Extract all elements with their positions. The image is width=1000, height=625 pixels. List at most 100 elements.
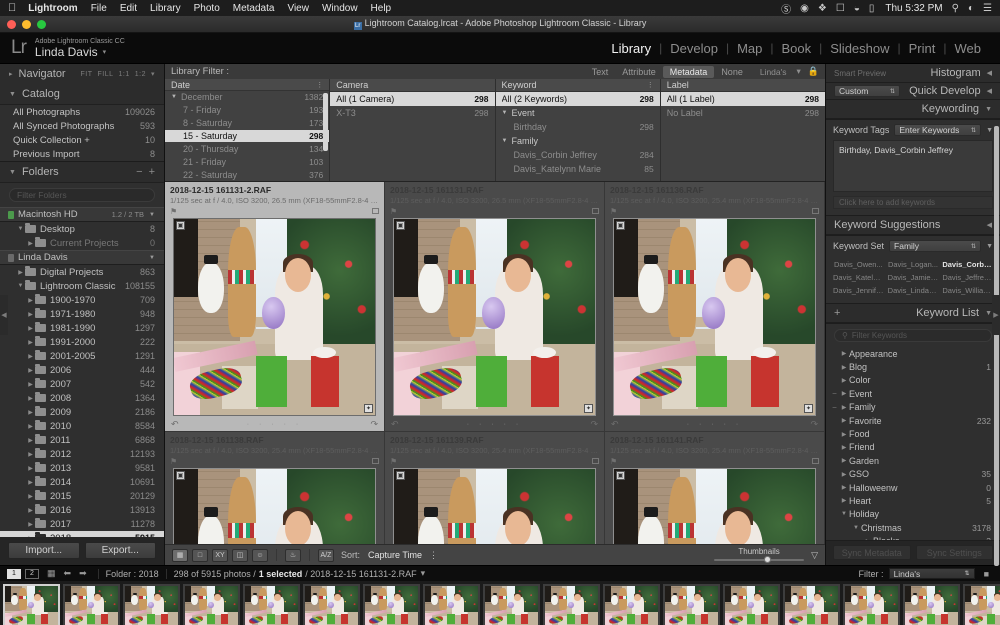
catalog-header[interactable]: ▼ Catalog — [0, 84, 164, 104]
keyword-add-input[interactable]: Click here to add keywords — [833, 196, 993, 209]
photo-thumbnail[interactable]: ▣✦ — [393, 218, 596, 416]
folder-row[interactable]: ▶ 1981-1990 1297 — [0, 321, 164, 335]
filter-item[interactable]: ▼ December 1382 — [165, 91, 329, 104]
thumbnail-size-slider[interactable]: Thumbnails — [714, 547, 805, 563]
filmstrip-thumbnail[interactable] — [303, 584, 360, 625]
chevron-down-icon[interactable]: ▼ — [171, 94, 177, 100]
chevron-right-icon[interactable]: ▶ — [26, 423, 35, 430]
module-slideshow[interactable]: Slideshow — [822, 41, 897, 56]
keyword-list-row[interactable]: ▶ GSO 35 — [826, 468, 1000, 481]
keyword-list-row[interactable]: ▶ Favorite 232 — [826, 414, 1000, 427]
slider-knob[interactable] — [763, 556, 771, 563]
filter-item[interactable]: Davis_Katelynn Marie 85 — [496, 162, 660, 176]
keyword-set-item[interactable]: Davis_Jennife... — [831, 284, 886, 297]
menu-item-metadata[interactable]: Metadata — [233, 3, 275, 14]
chevron-right-icon[interactable]: ▶ — [16, 269, 25, 276]
thumbnail-cell[interactable]: 2018-12-15 161131.RAF 1/125 sec at f / 4.… — [385, 182, 605, 432]
keyword-list-row[interactable]: ▶ Heart 5 — [826, 494, 1000, 507]
chevron-down-icon[interactable]: ▼ — [502, 138, 508, 144]
filter-column-menu-icon[interactable]: ⋮ — [316, 81, 323, 89]
filmstrip-filter-lock-icon[interactable]: ■ — [984, 569, 989, 579]
filmstrip-thumbnail[interactable] — [843, 584, 900, 625]
folder-row[interactable]: ▶ 1991-2000 222 — [0, 335, 164, 349]
rotate-right-icon[interactable]: ↷ — [370, 419, 378, 430]
keyword-suggestions-header[interactable]: Keyword Suggestions ◀ — [826, 216, 1000, 235]
folder-row[interactable]: ▶ 2013 9581 — [0, 461, 164, 475]
folder-row[interactable]: ▼ Desktop 8 — [0, 222, 164, 236]
filmstrip-thumbnail[interactable] — [543, 584, 600, 625]
folder-row[interactable]: ▶ 1971-1980 948 — [0, 307, 164, 321]
chevron-right-icon[interactable]: ▶ — [839, 364, 849, 371]
folder-row[interactable]: ▶ Current Projects 0 — [0, 236, 164, 250]
filter-column-scrollbar[interactable] — [323, 93, 329, 151]
filmstrip-thumbnail[interactable] — [603, 584, 660, 625]
chevron-right-icon[interactable]: ▶ — [26, 451, 35, 458]
photo-thumbnail[interactable]: ▣✦ — [173, 468, 376, 544]
thumbnail-cell[interactable]: 2018-12-15 161138.RAF 1/125 sec at f / 4.… — [165, 432, 385, 544]
keyword-set-select[interactable]: Family ⇅ — [889, 240, 982, 252]
keyword-set-item[interactable]: Davis_Jamie P... — [886, 271, 941, 284]
chevron-down-icon[interactable]: ▼ — [502, 110, 508, 116]
menu-item-window[interactable]: Window — [322, 3, 358, 14]
chevron-right-icon[interactable]: ▶ — [839, 350, 849, 357]
thumbnail-grid-area[interactable]: 2018-12-15 161131-2.RAF 1/125 sec at f / … — [165, 182, 825, 544]
keyword-set-item[interactable]: Davis_Corbin... — [940, 258, 995, 271]
menu-item-edit[interactable]: Edit — [120, 3, 137, 14]
keyword-list-row[interactable]: ▶ Halloweenw 0 — [826, 481, 1000, 494]
crop-badge-icon[interactable] — [372, 458, 379, 464]
filter-tab-text[interactable]: Text — [585, 66, 616, 78]
filter-item[interactable]: 15 - Saturday 298 — [165, 129, 330, 143]
keyword-list-row[interactable]: ▼ Holiday — [826, 508, 1000, 521]
filter-tab-metadata[interactable]: Metadata — [662, 65, 715, 78]
menubar-clock[interactable]: Thu 5:32 PM — [885, 3, 942, 14]
arrow-right-icon[interactable]: ➡ — [79, 568, 87, 579]
keyword-set-item[interactable]: Davis_Logan... — [886, 258, 941, 271]
photo-thumbnail[interactable]: ▣✦ — [613, 218, 816, 416]
rotate-left-icon[interactable]: ↶ — [611, 419, 619, 430]
filter-item[interactable]: 21 - Friday 103 — [165, 155, 329, 168]
chevron-right-icon[interactable]: ▶ — [26, 521, 35, 528]
keyword-list-row[interactable]: ▶ Blog 1 — [826, 360, 1000, 373]
right-panel-collapse-arrow[interactable]: ▶ — [992, 294, 1000, 335]
chevron-right-icon[interactable]: ▶ — [26, 240, 35, 247]
chevron-down-icon[interactable]: ▼ — [839, 511, 849, 517]
catalog-item-previous-import[interactable]: Previous Import 8 — [0, 147, 164, 161]
chevron-right-icon[interactable]: ▶ — [839, 417, 849, 424]
keyword-list-row[interactable]: ▼ Christmas 3178 — [826, 521, 1000, 534]
eye-icon[interactable]: ◉ — [800, 3, 809, 14]
keyword-list-row[interactable]: ▶ Food — [826, 427, 1000, 440]
filter-item[interactable]: No Label 298 — [661, 106, 825, 120]
screen-2-button[interactable]: 2 — [25, 568, 39, 579]
filmstrip[interactable]: ▼ — [0, 581, 1000, 625]
chevron-right-icon[interactable]: ▶ — [26, 465, 35, 472]
filmstrip-thumbnail[interactable] — [3, 584, 60, 625]
rating-dots[interactable]: · · · · · — [619, 421, 811, 428]
zoom-chevron-icon[interactable]: ▾ — [151, 70, 155, 78]
toolbar-panel-caret-icon[interactable]: ▽ — [811, 550, 818, 561]
filter-item[interactable]: Davis_Corbin Jeffrey 284 — [496, 148, 660, 162]
minimize-window-button[interactable] — [22, 19, 31, 29]
keyword-tags-mode-select[interactable]: Enter Keywords ⇅ — [894, 124, 982, 136]
filmstrip-thumbnail[interactable] — [183, 584, 240, 625]
filter-tab-attribute[interactable]: Attribute — [615, 66, 663, 78]
chevron-down-icon[interactable]: ▼ — [149, 255, 155, 261]
folder-row[interactable]: ▶ 2017 11278 — [0, 517, 164, 531]
volume-row[interactable]: Linda Davis ▼ — [0, 250, 164, 265]
module-map[interactable]: Map — [729, 41, 770, 56]
sort-chevron-icon[interactable]: ⋮ — [429, 550, 438, 561]
arrow-left-icon[interactable]: ⬅ — [64, 568, 72, 579]
grid-icon[interactable]: ▦ — [47, 568, 56, 579]
keyword-list-row[interactable]: ▶ Garden — [826, 454, 1000, 467]
catalog-item-all-photographs[interactable]: All Photographs 109026 — [0, 105, 164, 119]
photo-thumbnail[interactable]: ▣✦ — [393, 468, 596, 544]
rotate-left-icon[interactable]: ↶ — [391, 419, 399, 430]
catalog-item-quick-collection[interactable]: Quick Collection + 10 — [0, 133, 164, 147]
keyword-list-row[interactable]: ▶ Color — [826, 374, 1000, 387]
keywording-header[interactable]: Keywording ▼ — [826, 100, 1000, 119]
flag-icon[interactable]: ⚑ — [170, 457, 177, 466]
quick-develop-preset-select[interactable]: Custom ⇅ — [834, 85, 900, 97]
keyword-list-header[interactable]: + Keyword List ▼ — [826, 304, 1000, 323]
thumbnail-cell[interactable]: 2018-12-15 161131-2.RAF 1/125 sec at f / … — [165, 182, 385, 432]
chevron-right-icon[interactable]: ▶ — [26, 493, 35, 500]
photo-thumbnail[interactable]: ▣✦ — [173, 218, 376, 416]
